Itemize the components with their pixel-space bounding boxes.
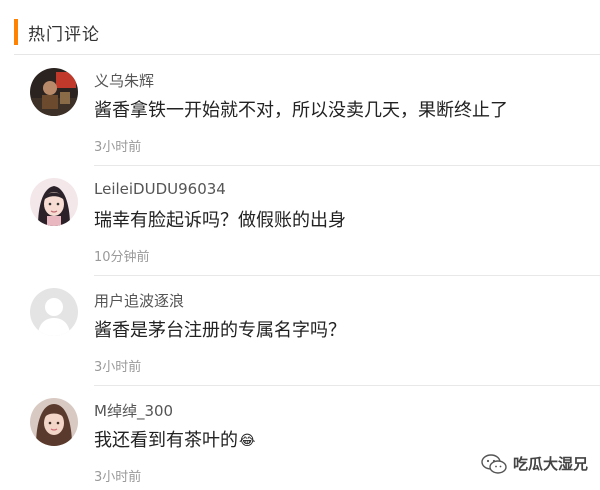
watermark-text: 吃瓜大湿兄	[512, 455, 588, 473]
header-divider	[14, 54, 600, 55]
comment-time: 3小时前	[94, 360, 142, 375]
comment-text: 我还看到有茶叶的😂	[94, 426, 255, 452]
user-avatar[interactable]	[30, 68, 78, 116]
comment-username[interactable]: M绰绰_300	[94, 400, 173, 421]
illustrated-girl-avatar-icon	[30, 178, 78, 226]
comment-time: 3小时前	[94, 140, 142, 155]
hot-comments-panel: 热门评论 义乌朱辉 酱香拿铁一开始就不对，所以没卖几天，果断终止了 3小时前 L…	[0, 0, 600, 490]
comment-item: LeileiDUDU96034 瑞幸有脸起诉吗？做假账的出身 10分钟前	[0, 166, 600, 276]
accent-bar	[14, 19, 18, 45]
section-title: 热门评论	[28, 24, 100, 45]
user-avatar[interactable]	[30, 398, 78, 446]
comment-item: 义乌朱辉 酱香拿铁一开始就不对，所以没卖几天，果断终止了 3小时前	[0, 56, 600, 166]
section-header: 热门评论	[14, 18, 100, 46]
watermark: 吃瓜大湿兄	[481, 453, 588, 474]
comment-text: 酱香是茅台注册的专属名字吗？	[94, 320, 346, 341]
comment-username[interactable]: 用户追波逐浪	[94, 290, 184, 311]
comment-item: 用户追波逐浪 酱香是茅台注册的专属名字吗？ 3小时前	[0, 276, 600, 386]
photo-avatar-dark-icon	[30, 68, 78, 116]
comment-username[interactable]: 义乌朱辉	[94, 70, 154, 91]
wechat-icon	[481, 453, 507, 474]
comment-text: 酱香拿铁一开始就不对，所以没卖几天，果断终止了	[94, 100, 508, 121]
comment-text: 瑞幸有脸起诉吗？做假账的出身	[94, 210, 346, 231]
photo-avatar-woman-icon	[30, 398, 78, 446]
user-avatar[interactable]	[30, 288, 78, 336]
comment-item: M绰绰_300 我还看到有茶叶的😂 3小时前	[0, 386, 600, 490]
laughing-emoji-icon: 😂	[239, 433, 256, 449]
comment-time: 10分钟前	[94, 250, 150, 265]
comment-text-body: 我还看到有茶叶的	[94, 430, 238, 451]
comment-username[interactable]: LeileiDUDU96034	[94, 180, 226, 198]
comment-time: 3小时前	[94, 470, 142, 485]
user-avatar[interactable]	[30, 178, 78, 226]
default-user-avatar-icon	[30, 288, 78, 336]
